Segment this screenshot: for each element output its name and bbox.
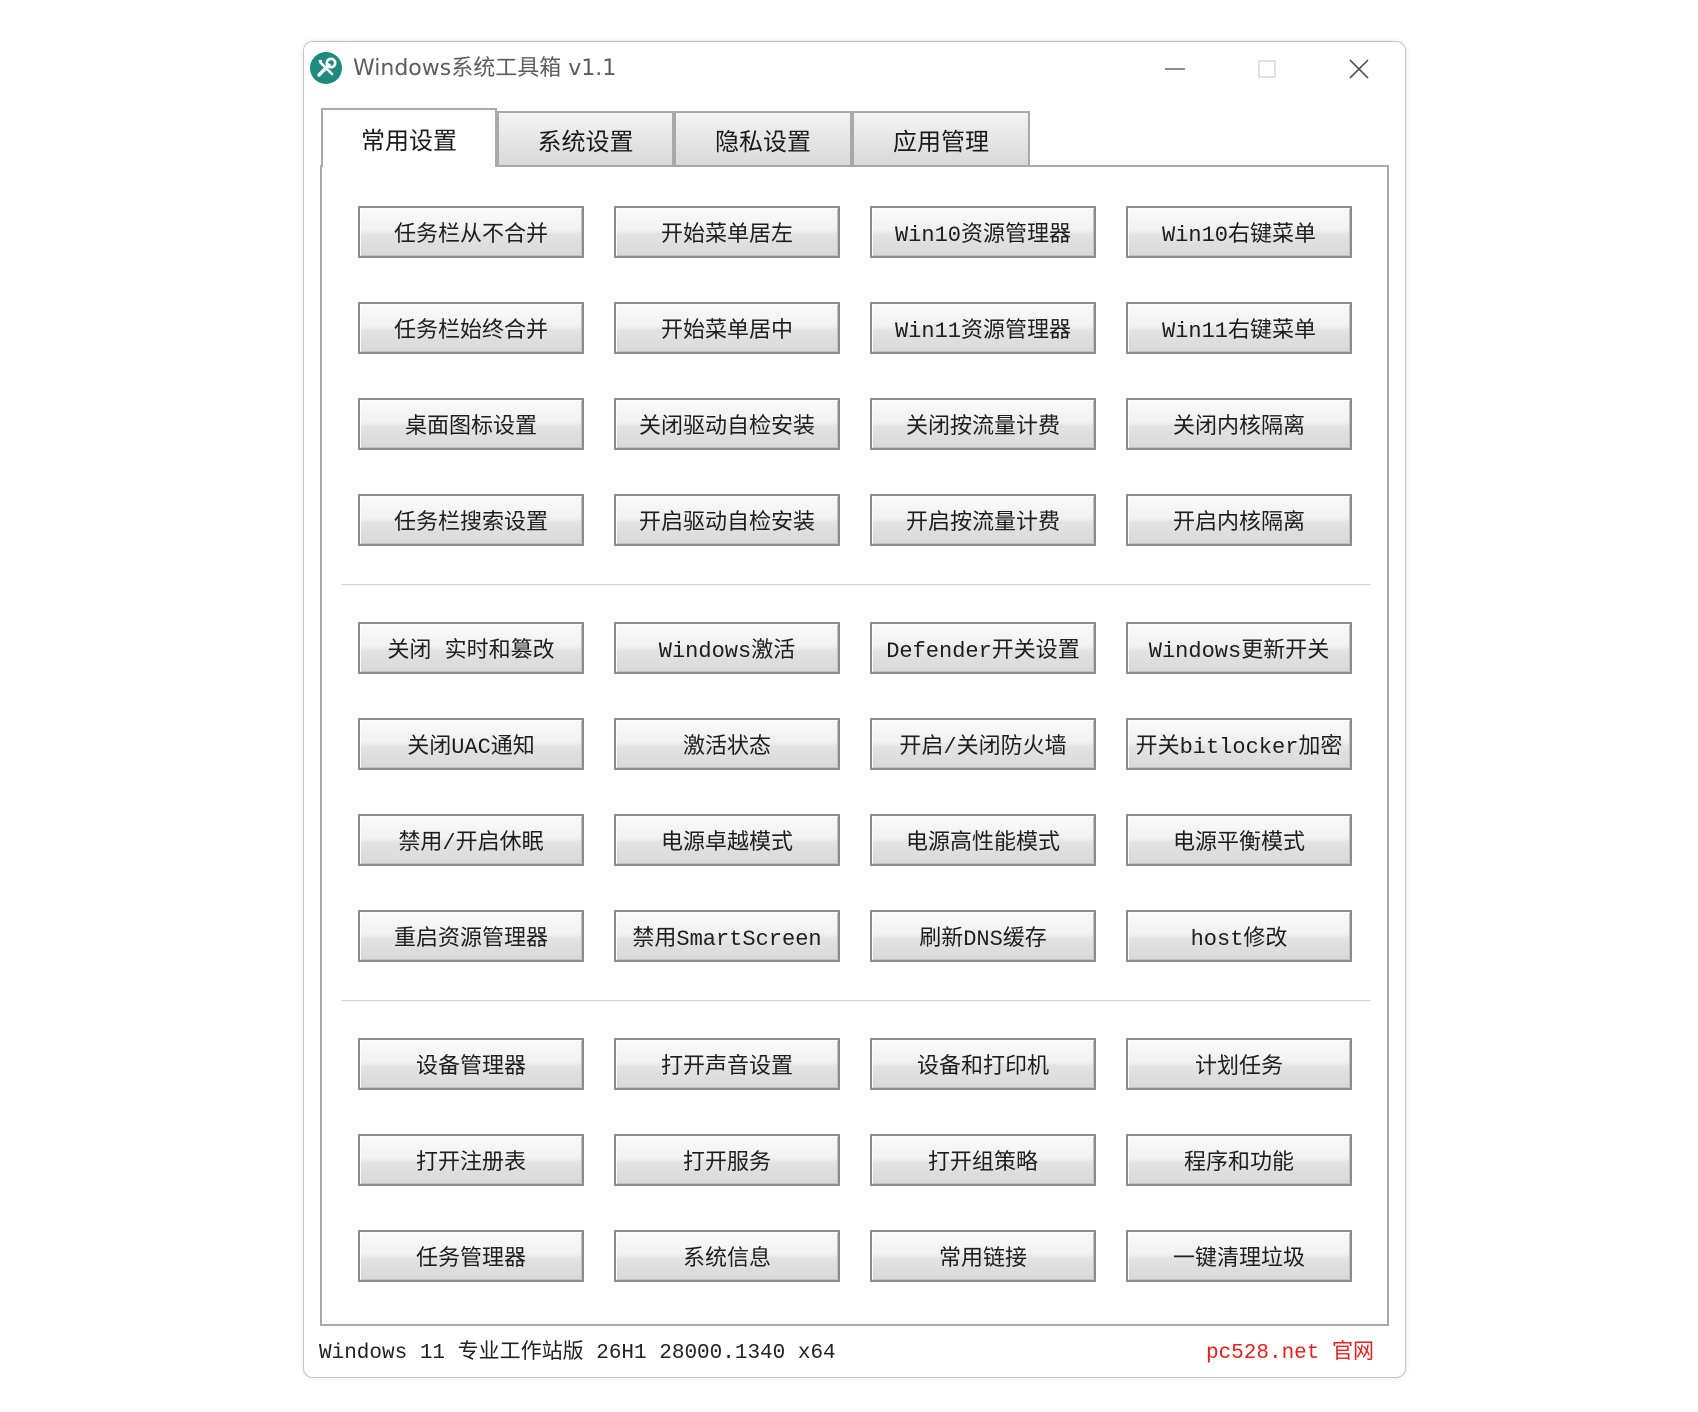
taskbar-search-settings-button[interactable]: 任务栏搜索设置 xyxy=(358,494,584,546)
start-menu-center-button[interactable]: 开始菜单居中 xyxy=(614,302,840,354)
registry-editor-button[interactable]: 打开注册表 xyxy=(358,1134,584,1186)
desktop-icon-settings-button[interactable]: 桌面图标设置 xyxy=(358,398,584,450)
win11-explorer-button[interactable]: Win11资源管理器 xyxy=(870,302,1096,354)
power-high-performance-button[interactable]: 电源高性能模式 xyxy=(870,814,1096,866)
close-button[interactable] xyxy=(1313,42,1405,96)
maximize-button xyxy=(1221,42,1313,96)
button-group-taskbar-start-explorer: 任务栏从不合并 开始菜单居左 Win10资源管理器 Win10右键菜单 任务栏始… xyxy=(358,206,1352,546)
disable-smartscreen-button[interactable]: 禁用SmartScreen xyxy=(614,910,840,962)
defender-toggle-button[interactable]: Defender开关设置 xyxy=(870,622,1096,674)
programs-features-button[interactable]: 程序和功能 xyxy=(1126,1134,1352,1186)
title-bar: Windows系统工具箱 v1.1 xyxy=(304,42,1405,96)
enable-core-isolation-button[interactable]: 开启内核隔离 xyxy=(1126,494,1352,546)
one-click-cleanup-button[interactable]: 一键清理垃圾 xyxy=(1126,1230,1352,1282)
disable-driver-autoinstall-button[interactable]: 关闭驱动自检安装 xyxy=(614,398,840,450)
minimize-icon xyxy=(1165,68,1185,70)
power-ultimate-mode-button[interactable]: 电源卓越模式 xyxy=(614,814,840,866)
tab-system-settings[interactable]: 系统设置 xyxy=(497,111,674,165)
button-group-system-tools: 设备管理器 打开声音设置 设备和打印机 计划任务 打开注册表 打开服务 打开组策… xyxy=(358,1038,1352,1282)
common-links-button[interactable]: 常用链接 xyxy=(870,1230,1096,1282)
website-link[interactable]: pc528.net 官网 xyxy=(1206,1338,1374,1370)
win10-context-menu-button[interactable]: Win10右键菜单 xyxy=(1126,206,1352,258)
window-title: Windows系统工具箱 v1.1 xyxy=(353,56,617,81)
button-group-security-power: 关闭 实时和篡改 Windows激活 Defender开关设置 Windows更… xyxy=(358,622,1352,962)
tab-panel-common-settings: 任务栏从不合并 开始菜单居左 Win10资源管理器 Win10右键菜单 任务栏始… xyxy=(320,165,1389,1326)
task-manager-button[interactable]: 任务管理器 xyxy=(358,1230,584,1282)
firewall-toggle-button[interactable]: 开启/关闭防火墙 xyxy=(870,718,1096,770)
bitlocker-toggle-button[interactable]: 开关bitlocker加密 xyxy=(1126,718,1352,770)
system-info-button[interactable]: 系统信息 xyxy=(614,1230,840,1282)
system-version-info: Windows 11 专业工作站版 26H1 28000.1340 x64 xyxy=(319,1342,836,1365)
flush-dns-button[interactable]: 刷新DNS缓存 xyxy=(870,910,1096,962)
disable-metered-connection-button[interactable]: 关闭按流量计费 xyxy=(870,398,1096,450)
taskbar-never-combine-button[interactable]: 任务栏从不合并 xyxy=(358,206,584,258)
minimize-button[interactable] xyxy=(1129,42,1221,96)
group-separator xyxy=(342,1000,1370,1002)
toolbox-icon xyxy=(310,52,342,84)
windows-update-toggle-button[interactable]: Windows更新开关 xyxy=(1126,622,1352,674)
group-separator xyxy=(342,584,1370,586)
devices-printers-button[interactable]: 设备和打印机 xyxy=(870,1038,1096,1090)
win10-explorer-button[interactable]: Win10资源管理器 xyxy=(870,206,1096,258)
enable-driver-autoinstall-button[interactable]: 开启驱动自检安装 xyxy=(614,494,840,546)
taskbar-always-combine-button[interactable]: 任务栏始终合并 xyxy=(358,302,584,354)
task-scheduler-button[interactable]: 计划任务 xyxy=(1126,1038,1352,1090)
activation-status-button[interactable]: 激活状态 xyxy=(614,718,840,770)
power-balanced-button[interactable]: 电源平衡模式 xyxy=(1126,814,1352,866)
edit-hosts-button[interactable]: host修改 xyxy=(1126,910,1352,962)
disable-uac-notify-button[interactable]: 关闭UAC通知 xyxy=(358,718,584,770)
restart-explorer-button[interactable]: 重启资源管理器 xyxy=(358,910,584,962)
app-window: Windows系统工具箱 v1.1 常用设置 系统设置 隐私设置 应用管理 任务… xyxy=(303,41,1406,1378)
tab-privacy-settings[interactable]: 隐私设置 xyxy=(674,111,852,165)
tab-app-management[interactable]: 应用管理 xyxy=(852,111,1030,165)
tab-common-settings[interactable]: 常用设置 xyxy=(321,108,497,167)
enable-metered-connection-button[interactable]: 开启按流量计费 xyxy=(870,494,1096,546)
sound-settings-button[interactable]: 打开声音设置 xyxy=(614,1038,840,1090)
windows-activation-button[interactable]: Windows激活 xyxy=(614,622,840,674)
start-menu-left-button[interactable]: 开始菜单居左 xyxy=(614,206,840,258)
disable-realtime-tamper-protection-button[interactable]: 关闭 实时和篡改 xyxy=(358,622,584,674)
services-button[interactable]: 打开服务 xyxy=(614,1134,840,1186)
win11-context-menu-button[interactable]: Win11右键菜单 xyxy=(1126,302,1352,354)
maximize-icon xyxy=(1258,60,1276,78)
hibernate-toggle-button[interactable]: 禁用/开启休眠 xyxy=(358,814,584,866)
group-policy-button[interactable]: 打开组策略 xyxy=(870,1134,1096,1186)
disable-core-isolation-button[interactable]: 关闭内核隔离 xyxy=(1126,398,1352,450)
close-icon xyxy=(1349,59,1369,79)
device-manager-button[interactable]: 设备管理器 xyxy=(358,1038,584,1090)
